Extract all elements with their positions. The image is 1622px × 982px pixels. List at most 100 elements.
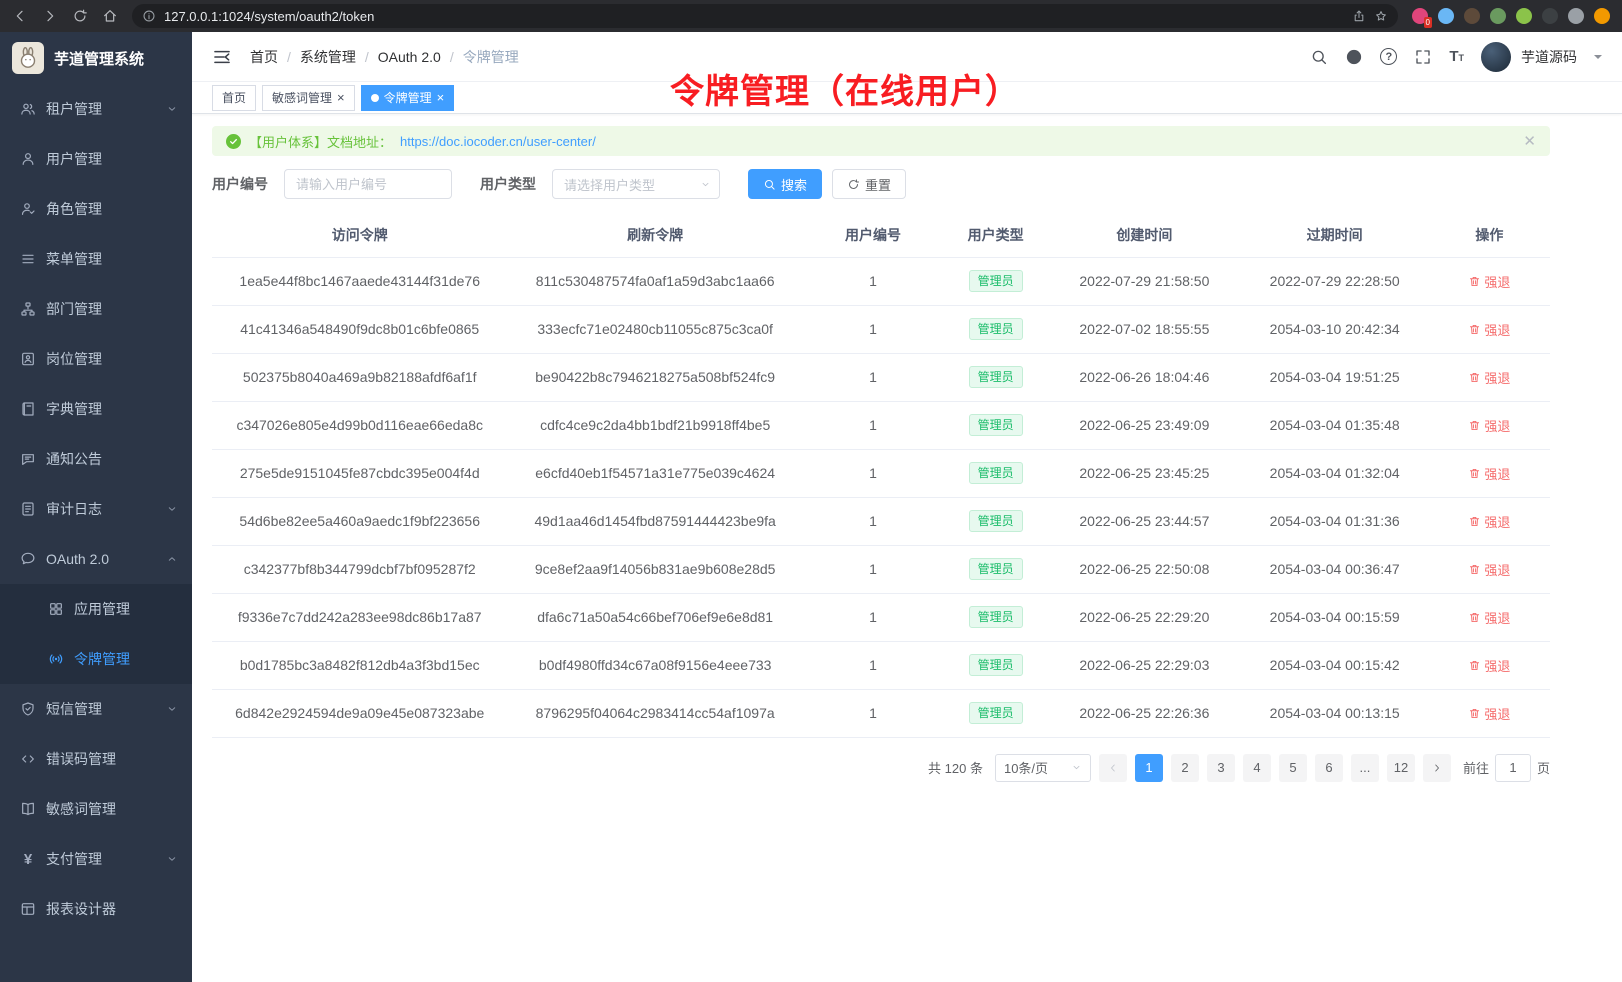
user-icon	[20, 151, 36, 167]
sidebar-item-user[interactable]: 用户管理	[0, 134, 192, 184]
sidebar-item-role[interactable]: 角色管理	[0, 184, 192, 234]
sidebar-item-error-code[interactable]: 错误码管理	[0, 734, 192, 784]
force-logout-button[interactable]: 强退	[1468, 560, 1510, 579]
pagination-ellipsis[interactable]: ...	[1351, 754, 1379, 782]
sidebar-item-report-designer[interactable]: 报表设计器	[0, 884, 192, 934]
doc-link[interactable]: https://doc.iocoder.cn/user-center/	[400, 134, 596, 149]
fullscreen-icon[interactable]	[1414, 48, 1432, 66]
refresh-token-cell: dfa6c71a50a54c66bef706ef9e6e8d81	[507, 593, 802, 641]
user-id-input[interactable]	[284, 169, 452, 199]
tab-token[interactable]: 令牌管理×	[361, 85, 455, 111]
alert-close-icon[interactable]: ✕	[1523, 134, 1536, 149]
column-header: 过期时间	[1241, 213, 1429, 257]
breadcrumb-item[interactable]: 首页	[250, 47, 278, 67]
force-logout-button[interactable]: 强退	[1468, 512, 1510, 531]
expires-at-cell: 2054-03-04 00:36:47	[1241, 545, 1429, 593]
chevron-left-icon	[1107, 762, 1119, 774]
user-id-cell: 1	[803, 641, 943, 689]
force-logout-button[interactable]: 强退	[1468, 464, 1510, 483]
column-header: 创建时间	[1048, 213, 1240, 257]
tab-home[interactable]: 首页	[212, 85, 256, 111]
force-logout-button[interactable]: 强退	[1468, 656, 1510, 675]
extension-icon-gray[interactable]	[1568, 8, 1584, 24]
collapse-sidebar-icon[interactable]	[212, 47, 232, 67]
page-button-5[interactable]: 5	[1279, 754, 1307, 782]
sidebar-item-oauth2-token[interactable]: 令牌管理	[0, 634, 192, 684]
sidebar-item-post[interactable]: 岗位管理	[0, 334, 192, 384]
user-type-tag: 管理员	[969, 702, 1023, 724]
reload-icon[interactable]	[72, 8, 88, 24]
search-button[interactable]: 搜索	[748, 169, 822, 199]
breadcrumb-item: 令牌管理	[463, 47, 519, 67]
page-button-2[interactable]: 2	[1171, 754, 1199, 782]
reset-button[interactable]: 重置	[832, 169, 906, 199]
bookmark-star-icon[interactable]	[1374, 9, 1388, 23]
url-text[interactable]: 127.0.0.1:1024/system/oauth2/token	[164, 9, 1344, 24]
help-icon[interactable]: ?	[1380, 48, 1397, 65]
address-bar[interactable]: 127.0.0.1:1024/system/oauth2/token	[132, 4, 1398, 28]
breadcrumb-separator: /	[365, 49, 369, 65]
actions-cell: 强退	[1429, 257, 1550, 305]
token-table: 访问令牌刷新令牌用户编号用户类型创建时间过期时间操作 1ea5e44f8bc14…	[212, 213, 1550, 738]
goto-page-input[interactable]	[1495, 754, 1531, 782]
user-type-select[interactable]: 请选择用户类型	[552, 169, 720, 199]
chevron-down-icon[interactable]	[1594, 55, 1602, 63]
sidebar-item-dept[interactable]: 部门管理	[0, 284, 192, 334]
force-logout-button[interactable]: 强退	[1468, 272, 1510, 291]
sidebar-item-sensitive-word[interactable]: 敏感词管理	[0, 784, 192, 834]
tab-close-icon[interactable]: ×	[337, 91, 345, 104]
browser-profile-avatar[interactable]	[1594, 8, 1610, 24]
force-logout-button[interactable]: 强退	[1468, 416, 1510, 435]
page-button-6[interactable]: 6	[1315, 754, 1343, 782]
search-button-label: 搜索	[781, 175, 807, 194]
user-type-tag: 管理员	[969, 558, 1023, 580]
forward-icon[interactable]	[42, 8, 58, 24]
sidebar-item-pay[interactable]: ¥支付管理	[0, 834, 192, 884]
page-button-4[interactable]: 4	[1243, 754, 1271, 782]
actions-cell: 强退	[1429, 353, 1550, 401]
page-size-select[interactable]: 10条/页	[995, 754, 1091, 782]
user-type-cell: 管理员	[943, 257, 1048, 305]
extension-icon-green[interactable]	[1490, 8, 1506, 24]
page-button-12[interactable]: 12	[1387, 754, 1415, 782]
extension-icon-pink[interactable]: 0	[1412, 8, 1428, 24]
sidebar-item-label: 报表设计器	[46, 899, 178, 919]
success-check-icon	[226, 134, 241, 149]
share-icon[interactable]	[1352, 9, 1366, 23]
avatar[interactable]	[1481, 42, 1511, 72]
breadcrumb-item[interactable]: 系统管理	[300, 47, 356, 67]
extension-icon-lime[interactable]	[1516, 8, 1532, 24]
extension-icon-blue[interactable]	[1438, 8, 1454, 24]
sidebar-item-oauth2[interactable]: OAuth 2.0	[0, 534, 192, 584]
sidebar-item-dict[interactable]: 字典管理	[0, 384, 192, 434]
home-icon[interactable]	[102, 8, 118, 24]
sidebar-item-audit-log[interactable]: 审计日志	[0, 484, 192, 534]
force-logout-button[interactable]: 强退	[1468, 320, 1510, 339]
sidebar-item-oauth2-app[interactable]: 应用管理	[0, 584, 192, 634]
page-button-1[interactable]: 1	[1135, 754, 1163, 782]
tab-close-icon[interactable]: ×	[437, 91, 445, 104]
sidebar-item-sms[interactable]: 短信管理	[0, 684, 192, 734]
search-icon[interactable]	[1310, 48, 1328, 66]
force-logout-button[interactable]: 强退	[1468, 368, 1510, 387]
back-icon[interactable]	[12, 8, 28, 24]
chevron-down-icon	[1071, 762, 1082, 773]
sidebar-item-menu[interactable]: 菜单管理	[0, 234, 192, 284]
sidebar-item-tenant[interactable]: 租户管理	[0, 84, 192, 134]
sidebar-item-notice[interactable]: 通知公告	[0, 434, 192, 484]
extension-icon-brown[interactable]	[1464, 8, 1480, 24]
github-icon[interactable]	[1345, 48, 1363, 66]
username[interactable]: 芋道源码	[1521, 47, 1577, 67]
breadcrumb-item[interactable]: OAuth 2.0	[378, 49, 441, 65]
tab-sensitive-word[interactable]: 敏感词管理×	[262, 85, 355, 111]
force-logout-button[interactable]: 强退	[1468, 608, 1510, 627]
next-page-button[interactable]	[1423, 754, 1451, 782]
page-button-3[interactable]: 3	[1207, 754, 1235, 782]
site-info-icon[interactable]	[142, 9, 156, 23]
user-id-label: 用户编号	[212, 174, 268, 194]
prev-page-button[interactable]	[1099, 754, 1127, 782]
app-logo-row[interactable]: 芋道管理系统	[0, 32, 192, 84]
extension-icon-dark[interactable]	[1542, 8, 1558, 24]
font-size-icon[interactable]: TT	[1449, 48, 1464, 65]
force-logout-button[interactable]: 强退	[1468, 704, 1510, 723]
